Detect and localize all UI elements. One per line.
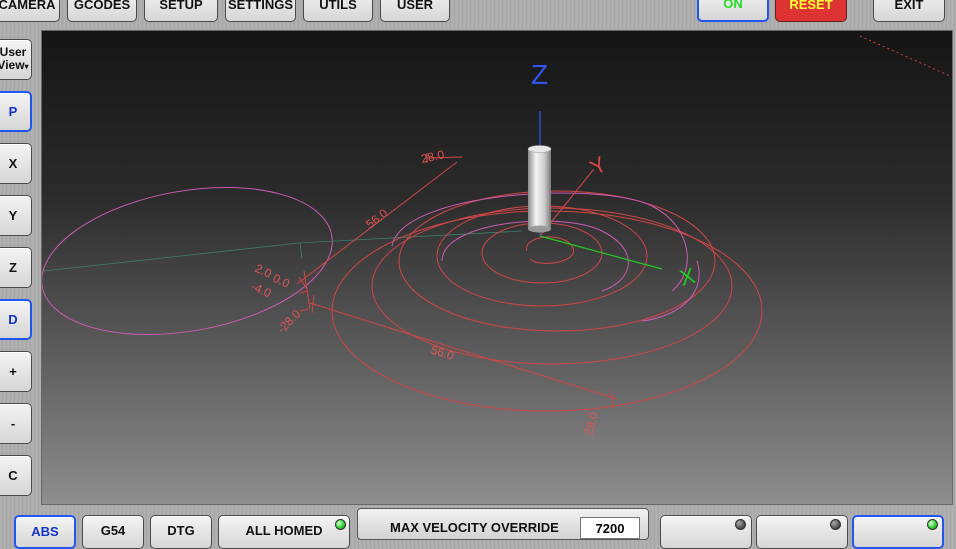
zoom-in-button[interactable]: +: [0, 351, 32, 392]
all-homed-label: ALL HOMED: [245, 523, 323, 538]
g54-button[interactable]: G54: [82, 515, 144, 549]
view-z-button[interactable]: Z: [0, 247, 32, 288]
view-y-button[interactable]: Y: [0, 195, 32, 236]
dtg-button[interactable]: DTG: [150, 515, 212, 549]
toolpath-arc-left: [42, 186, 333, 336]
y-extent-label: 56.0: [363, 206, 390, 232]
user-view-button[interactable]: User View▾: [0, 39, 32, 80]
velocity-override-panel: MAX VELOCITY OVERRIDE 7200: [357, 508, 649, 540]
status-led-3-icon: [927, 519, 938, 530]
x-dimension: [309, 294, 618, 409]
limit-box-edge: [859, 35, 951, 77]
view-p-button[interactable]: P: [0, 91, 32, 132]
z-top-label: 2.0: [253, 261, 274, 281]
tab-setup[interactable]: SETUP: [144, 0, 218, 22]
tab-utils[interactable]: UTILS: [303, 0, 373, 22]
y-axis-label: Y: [586, 151, 611, 180]
z-axis-label: Z: [531, 59, 548, 90]
y-max-label: 28.0: [420, 147, 446, 166]
status-led-1-icon: [735, 519, 746, 530]
tab-gcodes[interactable]: GCODES: [67, 0, 137, 22]
tab-user[interactable]: USER: [380, 0, 450, 22]
x-min-label: -28.0: [274, 307, 303, 336]
all-homed-button[interactable]: ALL HOMED: [218, 515, 350, 549]
homed-led-icon: [335, 519, 346, 530]
zoom-out-button[interactable]: -: [0, 403, 32, 444]
user-view-label-2: View: [0, 58, 25, 72]
velocity-override-label: MAX VELOCITY OVERRIDE: [390, 520, 559, 535]
view-x-button[interactable]: X: [0, 143, 32, 184]
dropdown-arrow-icon: ▾: [24, 62, 29, 71]
z-dimension: [299, 270, 311, 312]
toolpath-viewport[interactable]: 28.0 56.0 2.0 0.0 -4.0 -28.0 56.0 28.0 X…: [41, 30, 953, 505]
tool-cylinder: [527, 145, 552, 233]
velocity-override-input[interactable]: 7200: [580, 517, 640, 539]
view-d-button[interactable]: D: [0, 299, 32, 340]
x-axis-line: [539, 235, 663, 270]
tab-settings[interactable]: SETTINGS: [225, 0, 296, 22]
rapid-traverse-line: [43, 230, 523, 272]
x-extent-label: 56.0: [429, 343, 456, 364]
z-bot-label: -4.0: [249, 279, 274, 301]
machine-on-button[interactable]: ON: [697, 0, 769, 22]
clear-view-button[interactable]: C: [0, 455, 32, 496]
exit-button[interactable]: EXIT: [873, 0, 945, 22]
x-max-label: 28.0: [581, 410, 601, 436]
reset-button[interactable]: RESET: [775, 0, 847, 22]
status-led-2-icon: [830, 519, 841, 530]
rapid-traverse-line-2: [299, 242, 303, 260]
abs-button[interactable]: ABS: [14, 515, 76, 549]
z-mid-label: 0.0: [271, 271, 292, 291]
tab-camera[interactable]: CAMERA: [0, 0, 60, 22]
x-axis-label: X: [677, 263, 698, 291]
